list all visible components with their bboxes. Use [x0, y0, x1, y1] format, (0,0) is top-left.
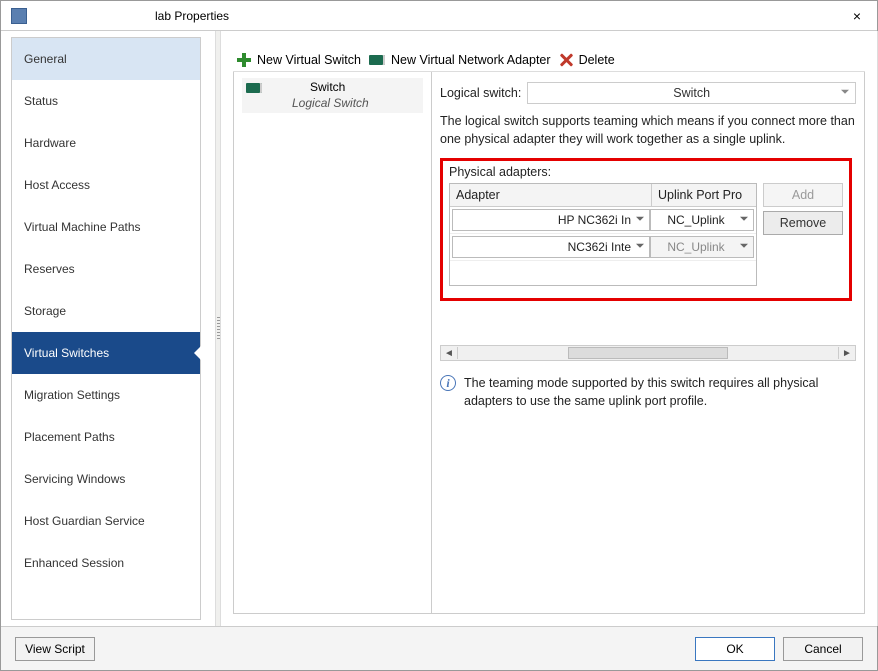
nav-label: Storage [24, 304, 66, 318]
col-uplink[interactable]: Uplink Port Pro [652, 184, 756, 206]
chevron-down-icon [636, 217, 644, 225]
chevron-down-icon [740, 217, 748, 225]
nav-item-migration[interactable]: Migration Settings [12, 374, 200, 416]
switch-list: Switch Logical Switch [234, 72, 432, 613]
scroll-left-icon[interactable]: ◄ [441, 348, 457, 359]
combo-value: Switch [673, 86, 710, 100]
toolbar-label: New Virtual Network Adapter [391, 53, 551, 67]
cancel-button[interactable]: Cancel [783, 637, 863, 661]
chevron-down-icon [841, 90, 849, 98]
highlight-box: Physical adapters: Adapter Uplink Port P… [440, 158, 852, 301]
view-script-button[interactable]: View Script [15, 637, 95, 661]
switch-name: Switch [270, 80, 369, 96]
close-icon[interactable]: × [837, 8, 877, 24]
nav-item-placement[interactable]: Placement Paths [12, 416, 200, 458]
toolbar-label: Delete [579, 53, 615, 67]
logical-switch-label: Logical switch: [440, 86, 521, 100]
chevron-down-icon [740, 244, 748, 252]
splitter[interactable] [215, 31, 221, 626]
nav-item-status[interactable]: Status [12, 80, 200, 122]
nav-item-host-guardian[interactable]: Host Guardian Service [12, 500, 200, 542]
scroll-thumb[interactable] [568, 347, 728, 359]
delete-icon [559, 53, 573, 67]
combo-value: NC362i Inte [568, 240, 631, 254]
uplink-combo: NC_Uplink [650, 236, 754, 258]
logical-switch-combo[interactable]: Switch [527, 82, 856, 104]
footer: View Script OK Cancel [1, 626, 877, 670]
nav-item-reserves[interactable]: Reserves [12, 248, 200, 290]
nav-pane: General Status Hardware Host Access Virt… [1, 31, 201, 626]
title-bar: lab Properties × [1, 1, 877, 31]
combo-value: NC_Uplink [667, 213, 724, 227]
content-pane: New Virtual Switch New Virtual Network A… [221, 31, 877, 626]
nav-list: General Status Hardware Host Access Virt… [11, 37, 201, 620]
toolbar-label: New Virtual Switch [257, 53, 361, 67]
info-message: i The teaming mode supported by this swi… [440, 375, 856, 410]
adapter-combo[interactable]: HP NC362i In [452, 209, 650, 231]
plus-icon [237, 53, 251, 67]
logical-switch-description: The logical switch supports teaming whic… [440, 112, 856, 148]
ok-button[interactable]: OK [695, 637, 775, 661]
col-adapter[interactable]: Adapter [450, 184, 652, 206]
switch-entry[interactable]: Switch Logical Switch [242, 78, 423, 113]
nav-label: Servicing Windows [24, 472, 125, 486]
toolbar: New Virtual Switch New Virtual Network A… [233, 49, 865, 72]
app-icon [11, 8, 27, 24]
nav-item-storage[interactable]: Storage [12, 290, 200, 332]
nav-label: Placement Paths [24, 430, 115, 444]
nav-item-servicing[interactable]: Servicing Windows [12, 458, 200, 500]
nav-item-enhanced-session[interactable]: Enhanced Session [12, 542, 200, 584]
nav-label: Enhanced Session [24, 556, 124, 570]
nav-label: Virtual Machine Paths [24, 220, 141, 234]
network-adapter-icon [246, 83, 262, 93]
nav-label: Virtual Switches [24, 346, 109, 360]
table-row[interactable]: NC362i Inte NC_Uplink [450, 234, 756, 261]
nav-item-host-access[interactable]: Host Access [12, 164, 200, 206]
horizontal-scrollbar[interactable]: ◄ ► [440, 345, 856, 361]
nav-item-hardware[interactable]: Hardware [12, 122, 200, 164]
adapter-combo[interactable]: NC362i Inte [452, 236, 650, 258]
window-title: lab Properties [35, 9, 837, 23]
table-row[interactable]: HP NC362i In NC_Uplink [450, 207, 756, 234]
network-adapter-icon [369, 55, 385, 65]
add-button: Add [763, 183, 843, 207]
nav-label: General [24, 52, 67, 66]
new-virtual-switch-button[interactable]: New Virtual Switch [237, 53, 361, 67]
nav-label: Reserves [24, 262, 75, 276]
nav-item-virtual-switches[interactable]: Virtual Switches [12, 332, 200, 374]
delete-button[interactable]: Delete [559, 53, 615, 67]
info-icon: i [440, 375, 456, 391]
nav-label: Status [24, 94, 58, 108]
switch-detail: Logical switch: Switch The logical switc… [432, 72, 864, 613]
switch-subtitle: Logical Switch [270, 96, 369, 112]
nav-label: Host Access [24, 178, 90, 192]
scroll-right-icon[interactable]: ► [839, 348, 855, 359]
remove-button[interactable]: Remove [763, 211, 843, 235]
combo-value: HP NC362i In [558, 213, 631, 227]
adapters-table: Adapter Uplink Port Pro HP NC362i In [449, 183, 757, 286]
new-virtual-network-adapter-button[interactable]: New Virtual Network Adapter [369, 53, 551, 67]
physical-adapters-label: Physical adapters: [449, 165, 843, 179]
nav-item-general[interactable]: General [12, 38, 200, 80]
nav-item-vm-paths[interactable]: Virtual Machine Paths [12, 206, 200, 248]
nav-label: Host Guardian Service [24, 514, 145, 528]
nav-label: Hardware [24, 136, 76, 150]
nav-label: Migration Settings [24, 388, 120, 402]
combo-value: NC_Uplink [667, 240, 724, 254]
info-text: The teaming mode supported by this switc… [464, 375, 856, 410]
chevron-down-icon [636, 244, 644, 252]
uplink-combo[interactable]: NC_Uplink [650, 209, 754, 231]
